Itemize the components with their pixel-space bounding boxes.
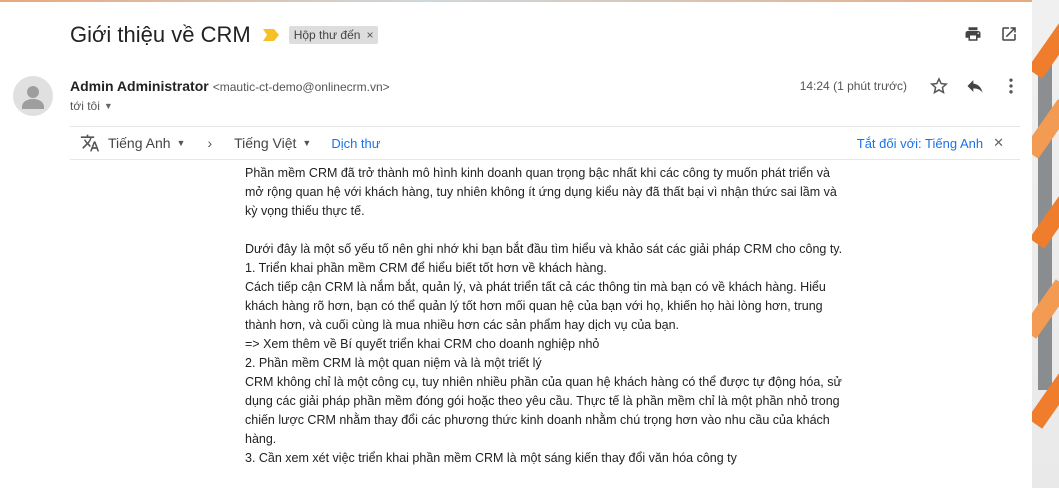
sender-avatar[interactable]	[13, 76, 53, 116]
body-paragraph: Dưới đây là một số yếu tố nên ghi nhớ kh…	[245, 242, 843, 256]
translate-icon	[80, 133, 100, 153]
source-language-dropdown[interactable]: Tiếng Anh ▼	[108, 135, 185, 151]
star-icon[interactable]	[929, 76, 949, 96]
recipient-details-toggle[interactable]: tới tôi ▼	[70, 99, 113, 113]
reply-icon[interactable]	[965, 76, 985, 96]
body-paragraph: 3. Cần xem xét việc triển khai phần mềm …	[245, 451, 737, 465]
importance-marker-icon[interactable]	[262, 29, 279, 41]
close-icon[interactable]: ✕	[993, 135, 1004, 151]
body-paragraph: 2. Phần mềm CRM là một quan niệm và là m…	[245, 356, 542, 370]
translate-message-link[interactable]: Dịch thư	[331, 136, 380, 151]
target-language-dropdown[interactable]: Tiếng Việt ▼	[234, 135, 311, 151]
sender-name[interactable]: Admin Administrator	[70, 78, 209, 94]
chevron-down-icon: ▼	[302, 138, 312, 148]
body-paragraph: Phần mềm CRM đã trở thành mô hình kinh d…	[245, 166, 837, 218]
chevron-right-icon: ›	[207, 135, 213, 151]
chevron-down-icon[interactable]: ▼	[104, 101, 113, 111]
email-subject: Giới thiệu về CRM	[70, 22, 251, 47]
recipient-label: tới tôi	[70, 99, 100, 113]
translate-bar: Tiếng Anh ▼ › Tiếng Việt ▼ Dịch thư Tắt …	[70, 126, 1020, 160]
source-language-label: Tiếng Anh	[108, 135, 171, 151]
chevron-down-icon: ▼	[176, 138, 186, 148]
turn-off-translation-link[interactable]: Tắt đối với: Tiếng Anh	[857, 136, 983, 151]
message-body: Phần mềm CRM đã trở thành mô hình kinh d…	[245, 164, 845, 468]
body-paragraph: CRM không chỉ là một công cụ, tuy nhiên …	[245, 375, 842, 446]
message-meta: 14:24 (1 phút trước)	[800, 76, 1021, 96]
sender-email: <mautic-ct-demo@onlinecrm.vn>	[212, 80, 390, 94]
print-icon[interactable]	[963, 24, 983, 44]
body-paragraph: 1. Triển khai phần mềm CRM để hiểu biết …	[245, 261, 607, 275]
target-language-label: Tiếng Việt	[234, 135, 297, 151]
background-wallpaper-edge	[1032, 0, 1059, 488]
sender-row: Admin Administrator <mautic-ct-demo@onli…	[70, 78, 390, 94]
person-avatar-icon	[22, 86, 44, 109]
top-border	[0, 0, 1059, 2]
more-vert-icon[interactable]	[1001, 76, 1021, 96]
top-actions	[963, 24, 1019, 44]
subject-row: Giới thiệu về CRM Hộp thư đến ×	[70, 20, 379, 50]
inbox-label-chip[interactable]: Hộp thư đến ×	[288, 26, 379, 44]
body-paragraph: Cách tiếp cận CRM là nắm bắt, quản lý, v…	[245, 280, 826, 332]
label-text: Hộp thư đến	[293, 28, 361, 42]
remove-label-icon[interactable]: ×	[366, 28, 373, 42]
body-link-line[interactable]: => Xem thêm về Bí quyết triển khai CRM c…	[245, 335, 845, 354]
timestamp: 14:24 (1 phút trước)	[799, 79, 907, 93]
open-in-new-window-icon[interactable]	[999, 24, 1019, 44]
